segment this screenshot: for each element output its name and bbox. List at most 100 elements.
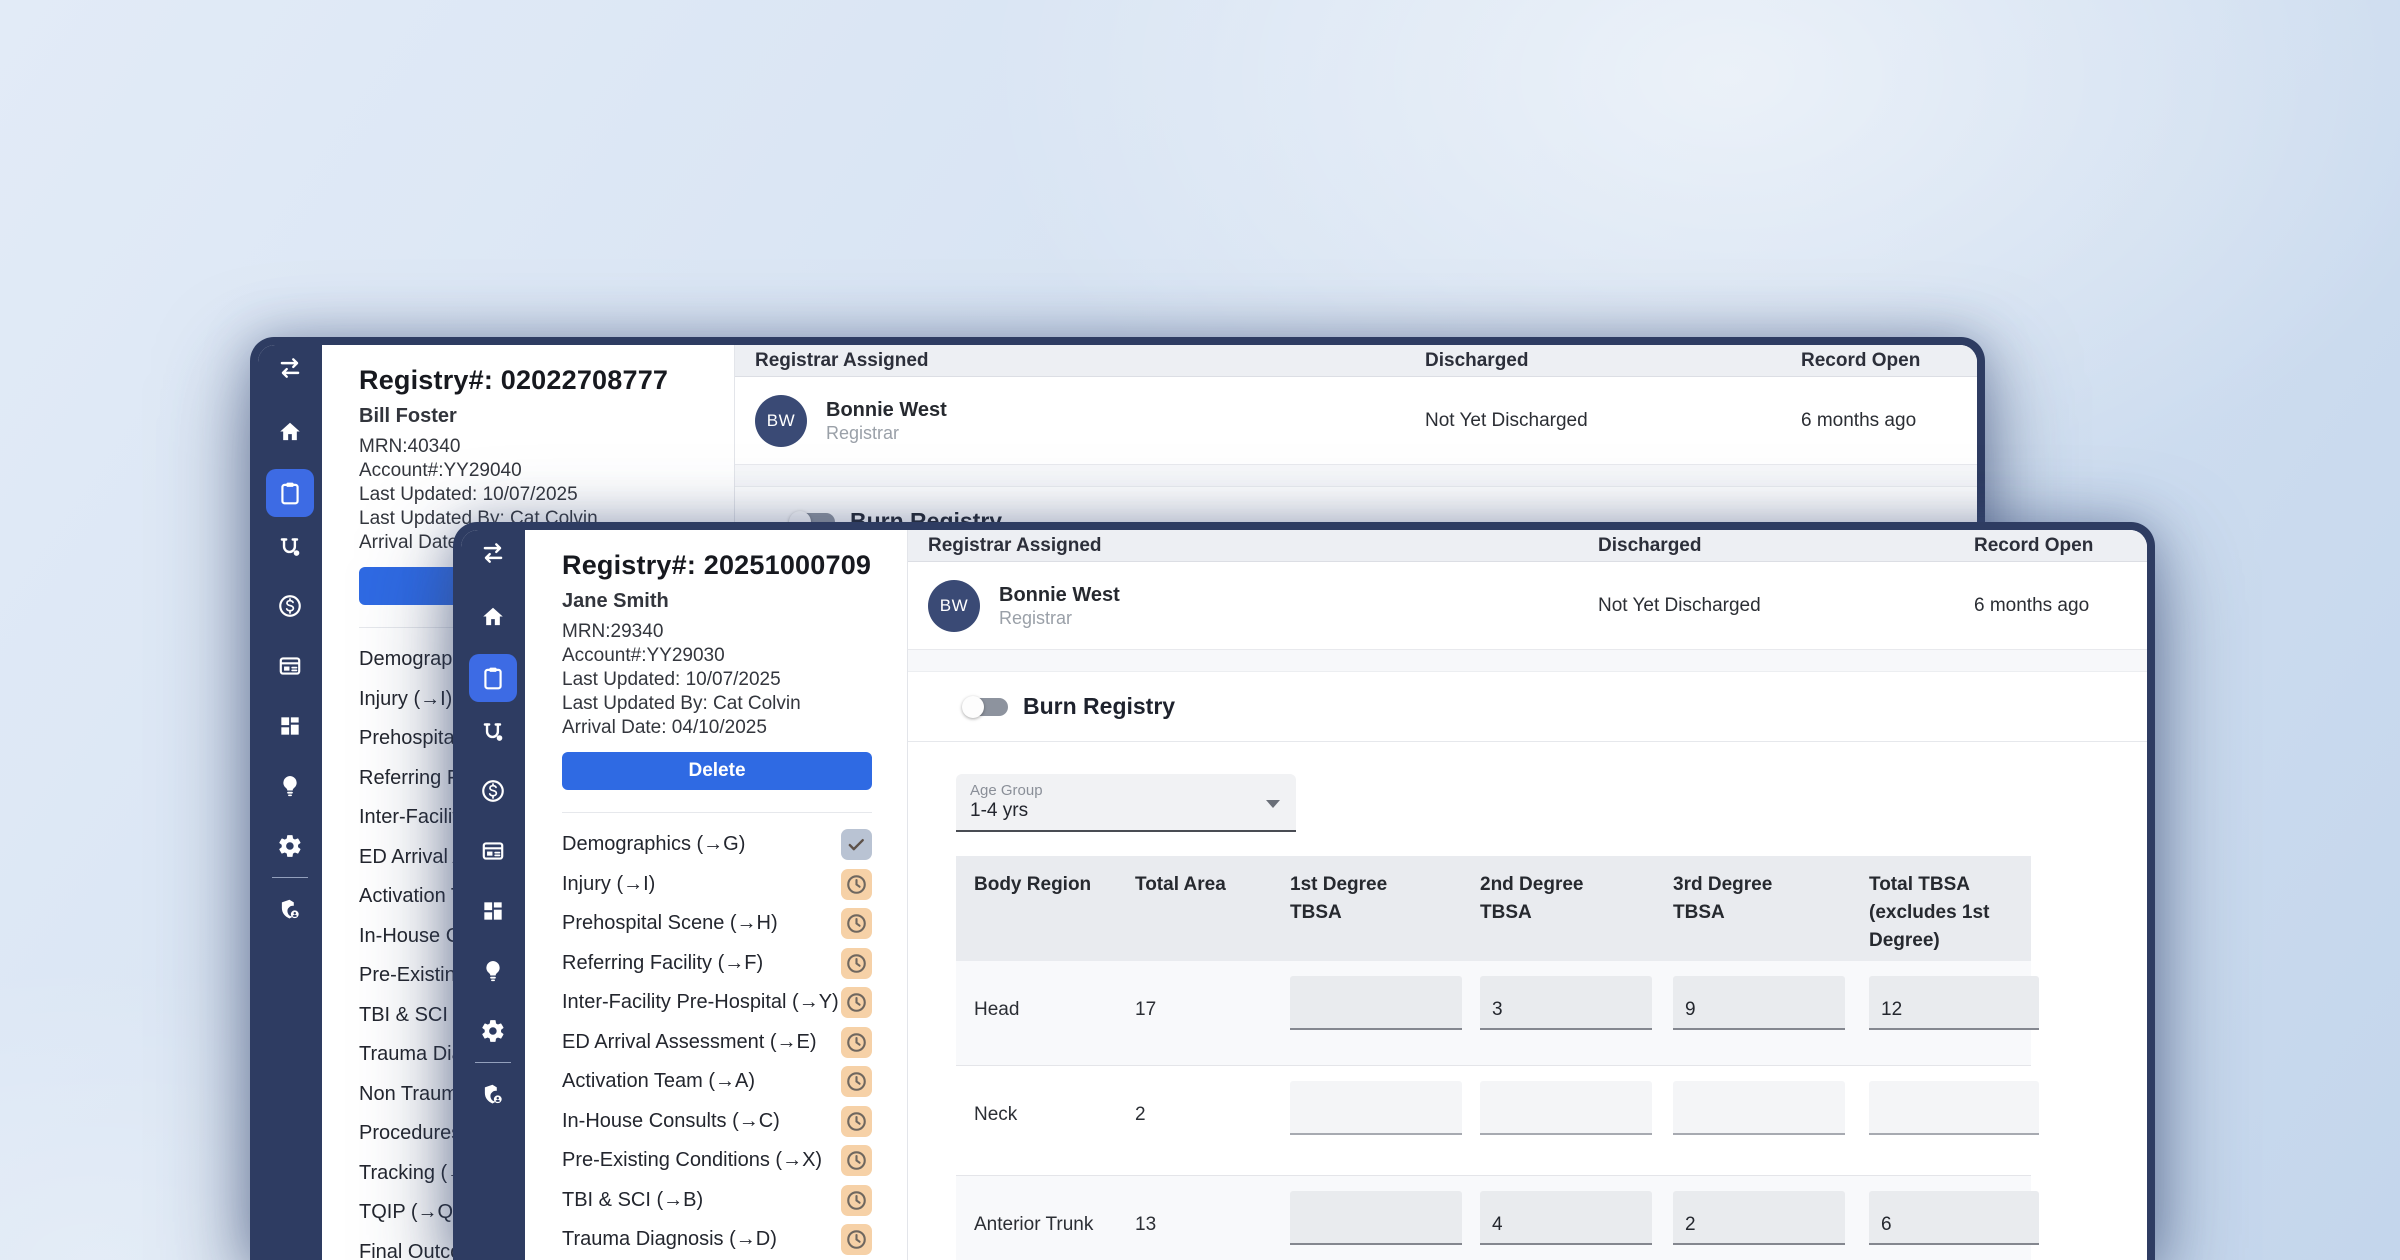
app-sidebar — [461, 530, 525, 1260]
column-discharged: Discharged — [1598, 535, 1974, 557]
tbsa-1st-degree-input[interactable] — [1290, 1191, 1462, 1245]
route-icon[interactable] — [480, 718, 506, 744]
pending-clock-icon — [841, 948, 872, 979]
section-item[interactable]: Pre-Existing Conditions (→X) — [562, 1141, 872, 1181]
avatar: BW — [928, 580, 980, 632]
registrar-role: Registrar — [999, 607, 1120, 629]
tbsa-total-input[interactable] — [1869, 1081, 2039, 1135]
section-item[interactable]: Referring Facility (→F) — [562, 944, 872, 984]
registrar-role: Registrar — [826, 422, 947, 444]
summary-card-icon[interactable] — [277, 653, 303, 679]
registrar-name: Bonnie West — [826, 398, 947, 422]
column-registrar-assigned: Registrar Assigned — [928, 535, 1598, 557]
burn-tbsa-table: Body Region Total Area 1st Degree TBSA 2… — [956, 856, 2031, 1260]
swap-horizontal-icon[interactable] — [480, 540, 506, 566]
column-record-open: Record Open — [1974, 535, 2147, 557]
pending-clock-icon — [841, 869, 872, 900]
burn-registry-toggle[interactable] — [962, 696, 1008, 718]
tbsa-3rd-degree-input[interactable] — [1673, 1081, 1845, 1135]
sidebar-divider — [272, 877, 308, 878]
route-icon[interactable] — [277, 533, 303, 559]
dashboard-icon[interactable] — [480, 898, 506, 924]
tbsa-1st-degree-input[interactable] — [1290, 1081, 1462, 1135]
section-item[interactable]: Prehospital Scene (→H) — [562, 904, 872, 944]
tbsa-3rd-degree-input[interactable] — [1673, 976, 1845, 1030]
dashboard-icon[interactable] — [277, 713, 303, 739]
billing-dollar-icon[interactable] — [277, 593, 303, 619]
admin-shield-icon[interactable] — [277, 897, 303, 923]
record-open-duration: 6 months ago — [1974, 595, 2147, 617]
pending-clock-icon — [841, 1106, 872, 1137]
desktop-background: Registry#: 02022708777 Bill Foster MRN:4… — [0, 0, 2400, 1260]
lightbulb-icon[interactable] — [480, 958, 506, 984]
tbsa-1st-degree-input[interactable] — [1290, 976, 1462, 1030]
burn-table-row: Head 17 — [956, 961, 2031, 1066]
clipboard-registry-icon[interactable] — [277, 480, 303, 506]
tbsa-2nd-degree-input[interactable] — [1480, 1191, 1652, 1245]
last-updated: Last Updated: 10/07/2025 — [359, 483, 699, 507]
patient-name: Jane Smith — [562, 590, 872, 613]
registrar-name: Bonnie West — [999, 583, 1120, 607]
delete-button[interactable]: Delete — [562, 752, 872, 790]
burn-table-header: Body Region Total Area 1st Degree TBSA 2… — [956, 856, 2031, 961]
tbsa-3rd-degree-input[interactable] — [1673, 1191, 1845, 1245]
swap-horizontal-icon[interactable] — [277, 355, 303, 381]
clipboard-registry-icon[interactable] — [480, 665, 506, 691]
pending-clock-icon — [841, 1145, 872, 1176]
section-item[interactable]: Trauma Diagnosis (→D) — [562, 1220, 872, 1260]
record-open-duration: 6 months ago — [1801, 410, 1977, 432]
patient-account: Account#:YY29030 — [562, 644, 872, 668]
billing-dollar-icon[interactable] — [480, 778, 506, 804]
tbsa-total-input[interactable] — [1869, 1191, 2039, 1245]
body-region-cell: Neck — [956, 1066, 1117, 1126]
patient-account: Account#:YY29040 — [359, 459, 699, 483]
admin-shield-icon[interactable] — [480, 1082, 506, 1108]
tbsa-2nd-degree-input[interactable] — [1480, 976, 1652, 1030]
settings-gear-icon[interactable] — [277, 833, 303, 859]
burn-table-body: Head 17 Neck 2 — [956, 961, 2031, 1260]
burn-table-row: Neck 2 — [956, 1066, 2031, 1176]
pending-clock-icon — [841, 1185, 872, 1216]
pending-clock-icon — [841, 1066, 872, 1097]
pending-clock-icon — [841, 1224, 872, 1255]
section-item[interactable]: Injury (→I) — [562, 865, 872, 905]
pending-clock-icon — [841, 1027, 872, 1058]
body-region-cell: Head — [956, 961, 1117, 1021]
burn-registry-header: Burn Registry — [908, 672, 2147, 742]
app-sidebar — [258, 345, 322, 1260]
total-area-cell: 13 — [1117, 1176, 1272, 1236]
completed-check-icon — [841, 829, 872, 860]
section-item[interactable]: ED Arrival Assessment (→E) — [562, 1023, 872, 1063]
avatar: BW — [755, 395, 807, 447]
burn-registry-title: Burn Registry — [1023, 693, 1175, 720]
section-item[interactable]: In-House Consults (→C) — [562, 1102, 872, 1142]
arrival-date: Arrival Date: 04/10/2025 — [562, 716, 872, 740]
tbsa-total-input[interactable] — [1869, 976, 2039, 1030]
burn-table-column-header: 1st Degree TBSA — [1272, 856, 1462, 961]
section-gap — [908, 650, 2147, 672]
patient-panel: Registry#: 20251000709 Jane Smith MRN:29… — [525, 530, 908, 1260]
chevron-down-icon — [1266, 800, 1280, 808]
home-icon[interactable] — [480, 604, 506, 630]
section-item[interactable]: TBI & SCI (→B) — [562, 1181, 872, 1221]
home-icon[interactable] — [277, 419, 303, 445]
section-item[interactable]: Inter-Facility Pre-Hospital (→Y) — [562, 983, 872, 1023]
summary-card-icon[interactable] — [480, 838, 506, 864]
lightbulb-icon[interactable] — [277, 773, 303, 799]
section-item[interactable]: Demographics (→G) — [562, 825, 872, 865]
registrar-row[interactable]: BW Bonnie West Registrar Not Yet Dischar… — [735, 377, 1977, 465]
record-main-area: Registrar Assigned Discharged Record Ope… — [908, 530, 2147, 1260]
discharged-status: Not Yet Discharged — [1598, 595, 1974, 617]
body-region-cell: Anterior Trunk — [956, 1176, 1117, 1236]
last-updated: Last Updated: 10/07/2025 — [562, 668, 872, 692]
section-item[interactable]: Activation Team (→A) — [562, 1062, 872, 1102]
discharged-status: Not Yet Discharged — [1425, 410, 1801, 432]
age-group-value: 1-4 yrs — [970, 800, 1028, 822]
registry-number-heading: Registry#: 02022708777 — [359, 365, 699, 396]
column-discharged: Discharged — [1425, 350, 1801, 372]
tbsa-2nd-degree-input[interactable] — [1480, 1081, 1652, 1135]
age-group-select[interactable]: Age Group 1-4 yrs — [956, 774, 1296, 832]
registrar-row[interactable]: BW Bonnie West Registrar Not Yet Dischar… — [908, 562, 2147, 650]
column-registrar-assigned: Registrar Assigned — [755, 350, 1425, 372]
settings-gear-icon[interactable] — [480, 1018, 506, 1044]
